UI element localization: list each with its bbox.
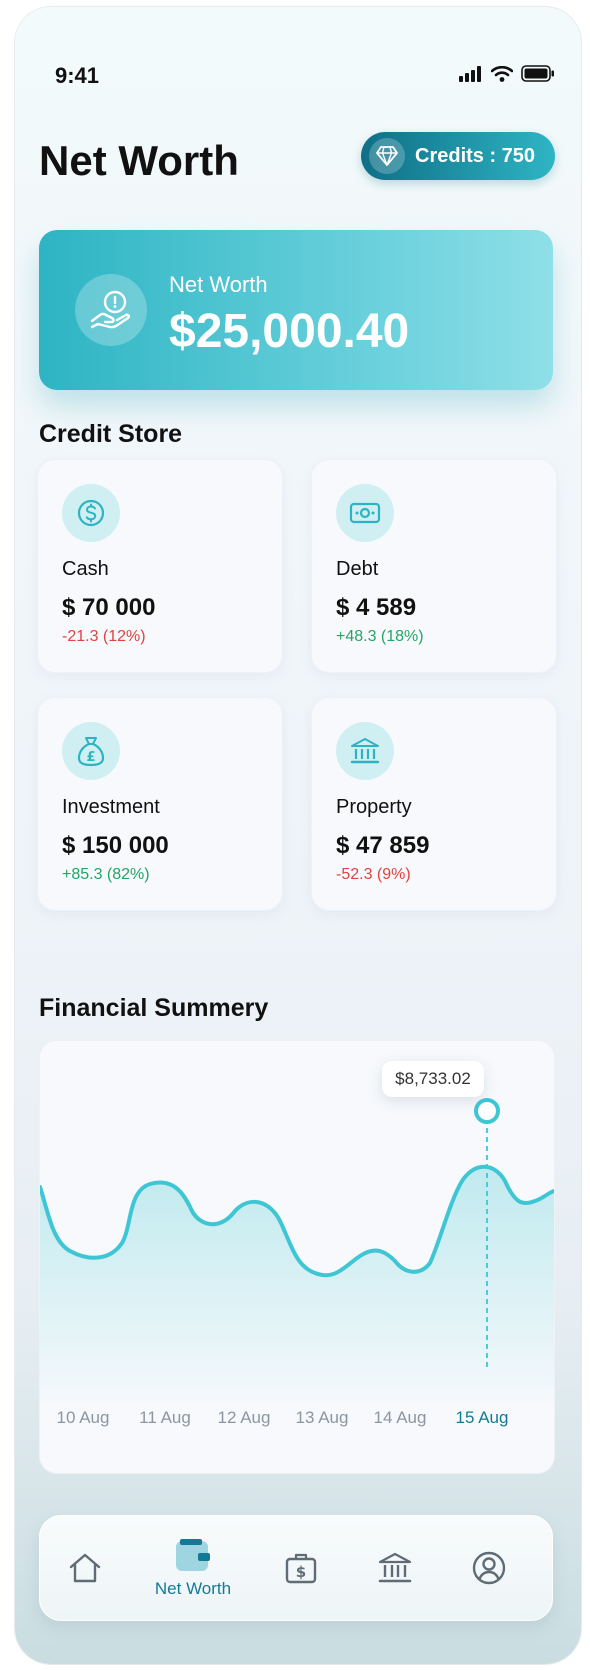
store-value: $ 47 859 (336, 832, 430, 859)
x-tick-label-active: 15 Aug (455, 1408, 509, 1427)
battery-icon (521, 65, 554, 82)
svg-text:£: £ (86, 750, 95, 765)
nav-label: Net Worth (154, 1579, 232, 1598)
page-title: Net Worth (39, 137, 239, 184)
nav-profile[interactable] (458, 1516, 520, 1620)
profile-icon (472, 1551, 506, 1585)
financial-summary-title: Financial Summery (39, 994, 269, 1022)
store-card-debt[interactable]: Debt $ 4 589 +48.3 (18%) (311, 459, 557, 673)
store-change: -21.3 (12%) (62, 628, 146, 645)
nav-home[interactable] (54, 1516, 116, 1620)
x-tick-label: 10 Aug (56, 1408, 110, 1427)
x-tick-label: 14 Aug (373, 1408, 427, 1427)
diamond-icon (369, 138, 405, 174)
x-tick-label: 12 Aug (217, 1408, 271, 1427)
nav-net-worth[interactable]: Net Worth (138, 1516, 248, 1620)
home-icon (69, 1553, 101, 1583)
bank-icon (378, 1552, 412, 1583)
net-worth-label: Net Worth (169, 272, 268, 297)
bottom-nav: Net Worth $ (39, 1515, 553, 1621)
store-name: Debt (336, 558, 379, 580)
nav-money[interactable]: $ (270, 1516, 332, 1620)
signal-icon (459, 65, 481, 82)
highlight-point[interactable] (474, 1098, 500, 1124)
store-change: +85.3 (82%) (62, 866, 150, 883)
financial-summary-chart: $8,733.02 10 Aug 11 Aug 12 Aug 13 Aug 14… (39, 1040, 555, 1474)
nav-bank[interactable] (364, 1516, 426, 1620)
store-card-cash[interactable]: Cash $ 70 000 -21.3 (12%) (37, 459, 283, 673)
svg-text:$: $ (296, 1563, 306, 1581)
status-time: 9:41 (55, 63, 100, 88)
banknote-icon (336, 484, 394, 542)
hand-coin-icon (75, 274, 147, 346)
dollar-coin-icon (62, 484, 120, 542)
x-tick-label: 11 Aug (139, 1408, 191, 1427)
store-change: +48.3 (18%) (336, 628, 424, 645)
store-card-property[interactable]: Property $ 47 859 -52.3 (9%) (311, 697, 557, 911)
store-name: Investment (62, 796, 160, 818)
money-bag-icon: £ (62, 722, 120, 780)
net-worth-value: $25,000.40 (169, 305, 410, 358)
x-tick-label: 13 Aug (295, 1408, 349, 1427)
bank-building-icon (336, 722, 394, 780)
store-change: -52.3 (9%) (336, 866, 411, 883)
wallet-icon (176, 1539, 210, 1571)
store-value: $ 4 589 (336, 594, 417, 621)
phone-screen: 9:41 Net Worth Credits : 750 Net Worth $… (15, 7, 581, 1664)
credit-store-title: Credit Store (39, 420, 183, 448)
store-value: $ 70 000 (62, 594, 156, 621)
net-worth-card: Net Worth $25,000.40 (39, 230, 553, 390)
status-icons (459, 65, 555, 82)
store-name: Property (336, 796, 412, 818)
chart-tooltip: $8,733.02 (382, 1061, 484, 1097)
x-axis-labels: 10 Aug 11 Aug 12 Aug 13 Aug 14 Aug 15 Au… (40, 1408, 554, 1432)
credits-button[interactable]: Credits : 750 (361, 132, 555, 180)
wifi-icon (491, 65, 513, 82)
store-card-investment[interactable]: £ Investment $ 150 000 +85.3 (82%) (37, 697, 283, 911)
store-value: $ 150 000 (62, 832, 169, 859)
chart-area (40, 1166, 554, 1401)
money-briefcase-icon: $ (285, 1553, 317, 1584)
credits-label: Credits : 750 (415, 144, 536, 167)
store-name: Cash (62, 558, 109, 580)
